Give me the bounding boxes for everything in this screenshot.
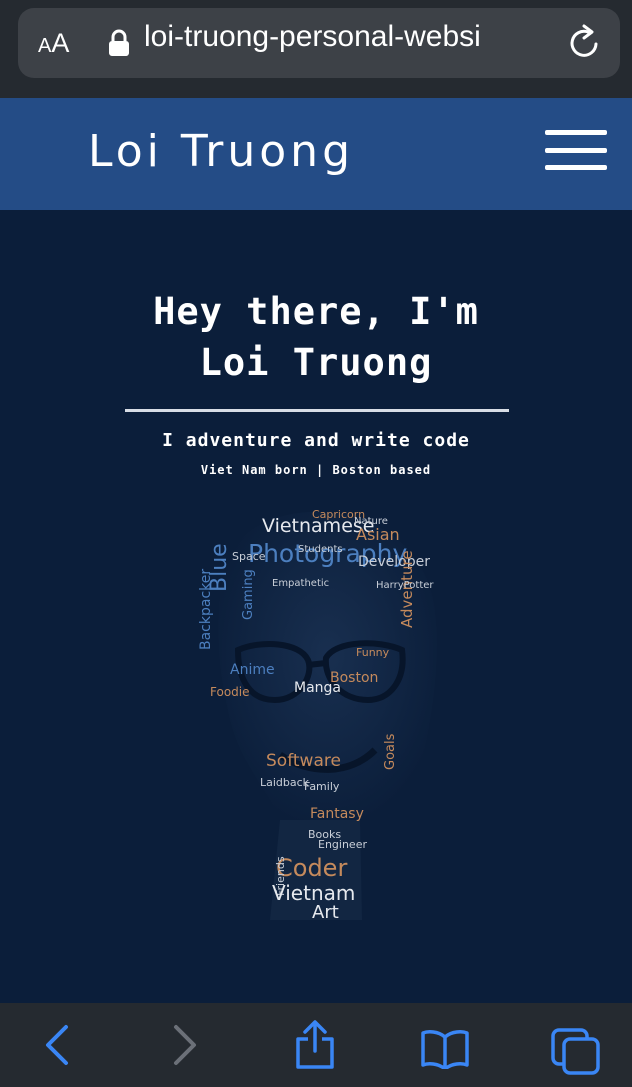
word-cloud-word: Family <box>304 780 340 793</box>
word-cloud-word: Empathetic <box>272 578 329 589</box>
hero-divider <box>125 409 509 412</box>
word-cloud-word: Software <box>266 751 341 771</box>
word-cloud-word: Space <box>232 550 266 563</box>
word-cloud-word: Asian <box>356 525 400 544</box>
text-size-small-label: A <box>38 35 52 57</box>
word-cloud-word: Art <box>312 902 339 923</box>
word-cloud-word: Fantasy <box>310 806 364 822</box>
hero-title: Hey there, I'm Loi Truong <box>0 286 632 388</box>
text-size-button[interactable]: AA <box>38 28 69 59</box>
word-cloud-word: Developer <box>358 554 430 570</box>
hero-section: Hey there, I'm Loi Truong I adventure an… <box>0 210 632 1003</box>
word-cloud-word: Engineer <box>318 838 367 851</box>
tabs-icon[interactable] <box>550 1027 602 1077</box>
hero-subtagline: Viet Nam born | Boston based <box>200 463 432 477</box>
word-cloud-word: Students <box>298 544 343 555</box>
url-text[interactable]: loi-truong-personal-websi <box>144 20 544 54</box>
share-icon[interactable] <box>294 1019 336 1071</box>
word-cloud-portrait: VietnamesePhotographyAsianDeveloperBlue A… <box>198 508 437 923</box>
word-cloud-word: Anime <box>230 662 275 678</box>
word-cloud-word: Goals <box>383 733 398 770</box>
back-icon[interactable] <box>40 1023 74 1067</box>
site-title[interactable]: Loi Truong <box>88 126 354 177</box>
forward-icon[interactable] <box>168 1023 202 1067</box>
text-size-big-label: A <box>51 28 70 58</box>
word-cloud-word: Laidback <box>260 776 310 789</box>
word-cloud-word: Foodie <box>210 685 250 699</box>
hamburger-icon[interactable] <box>545 128 607 172</box>
bookmarks-icon[interactable] <box>420 1029 470 1069</box>
word-cloud-word: Manga <box>294 680 341 696</box>
word-cloud-word: HarryPotter <box>376 580 434 591</box>
lock-icon <box>109 29 129 56</box>
hero-title-line1: Hey there, I'm <box>153 290 479 333</box>
reload-icon[interactable] <box>566 22 604 62</box>
hero-tagline: I adventure and write code <box>162 430 470 451</box>
hero-title-line2: Loi Truong <box>199 341 433 384</box>
word-cloud-word: Nature <box>354 516 388 527</box>
word-cloud-word: Funny <box>356 646 390 659</box>
word-cloud-word: Backpacker <box>198 569 214 650</box>
word-cloud-word: Gaming <box>241 569 256 620</box>
site-header: Loi Truong <box>0 98 632 210</box>
browser-bottom-toolbar <box>0 1003 632 1087</box>
browser-top-bar: AA loi-truong-personal-websi <box>0 0 632 98</box>
